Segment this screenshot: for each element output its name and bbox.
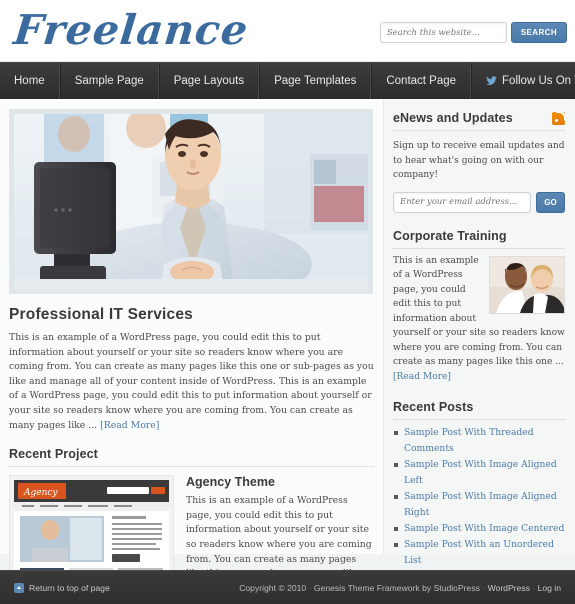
two-women-photo — [490, 256, 564, 313]
footer-separator: · — [482, 582, 486, 593]
nav-item-follow-twitter[interactable]: Follow Us On Twitter — [471, 63, 575, 99]
nav-label: Follow Us On Twitter — [502, 75, 575, 87]
widget-enews: eNews and Updates Sign up to receive ema… — [393, 111, 566, 213]
sidebar: eNews and Updates Sign up to receive ema… — [383, 99, 575, 599]
search-form: SEARCH — [379, 22, 567, 43]
recent-post-link[interactable]: Sample Post With Image Aligned Left — [404, 459, 557, 486]
footer-separator: · — [308, 582, 312, 593]
site-logo[interactable]: Freelance — [11, 6, 250, 54]
wordpress-link[interactable]: WordPress — [488, 583, 530, 593]
arrow-up-icon — [14, 582, 24, 593]
corporate-training-image — [489, 255, 565, 314]
primary-navigation: Home Sample Page Page Layouts Page Templ… — [0, 62, 575, 99]
recent-post-link[interactable]: Sample Post With Image Aligned Right — [404, 491, 557, 518]
entry-body-text: This is an example of a WordPress page, … — [9, 332, 374, 431]
recent-project-heading: Recent Project — [9, 447, 374, 468]
entry-body: This is an example of a WordPress page, … — [9, 331, 374, 433]
nav-item-page-templates[interactable]: Page Templates — [259, 63, 372, 99]
enews-text: Sign up to receive email updates and to … — [393, 141, 565, 180]
footer-separator: · — [532, 582, 536, 593]
hero-image — [9, 109, 373, 294]
agency-site-screenshot: Agency — [14, 480, 169, 595]
svg-text:Agency: Agency — [23, 488, 58, 498]
footer-framework: Genesis Theme Framework by StudioPress — [313, 582, 480, 593]
hero-illustration — [14, 114, 368, 289]
recent-posts-list: Sample Post With Threaded Comments Sampl… — [393, 425, 565, 569]
nav-item-page-layouts[interactable]: Page Layouts — [158, 63, 260, 99]
main-row: Professional IT Services This is an exam… — [0, 99, 575, 604]
nav-item-sample-page[interactable]: Sample Page — [59, 63, 159, 99]
list-item: Sample Post With Image Aligned Right — [393, 489, 565, 521]
recent-post-link[interactable]: Sample Post With an Unordered List — [404, 539, 554, 566]
list-item: Sample Post With Image Centered — [393, 521, 565, 537]
recent-post-link[interactable]: Sample Post With Image Centered — [404, 523, 564, 534]
entry-read-more-link[interactable]: [Read More] — [100, 420, 159, 431]
footer-copyright: Copyright © 2010 — [239, 582, 307, 593]
search-input[interactable] — [379, 22, 507, 43]
return-to-top-label: Return to top of page — [29, 582, 110, 593]
page-title: Professional IT Services — [9, 306, 193, 323]
nav-label: Sample Page — [74, 75, 144, 87]
site-footer: Return to top of page Copyright © 2010 ·… — [0, 570, 575, 604]
recent-post-link[interactable]: Sample Post With Threaded Comments — [404, 427, 534, 454]
list-item: Sample Post With Image Aligned Left — [393, 457, 565, 489]
email-field[interactable] — [393, 191, 531, 213]
login-link[interactable]: Log in — [538, 583, 561, 593]
enews-title-row: eNews and Updates — [393, 111, 566, 131]
corporate-training-title: Corporate Training — [393, 229, 565, 249]
footer-credits: Copyright © 2010 · Genesis Theme Framewo… — [239, 583, 561, 593]
subscribe-form: GO — [393, 191, 565, 213]
widget-recent-posts: Recent Posts Sample Post With Threaded C… — [393, 400, 565, 569]
nav-label: Page Layouts — [173, 75, 245, 87]
nav-label: Contact Page — [386, 75, 457, 87]
corporate-training-read-more-link[interactable]: [Read More] — [393, 372, 451, 382]
return-to-top-link[interactable]: Return to top of page — [14, 582, 110, 593]
nav-label: Home — [14, 75, 45, 87]
rss-icon[interactable] — [552, 111, 566, 125]
list-item: Sample Post With an Unordered List — [393, 537, 565, 569]
widget-corporate-training: Corporate Training This is an example of… — [393, 229, 565, 385]
search-button[interactable]: SEARCH — [510, 22, 567, 43]
nav-item-home[interactable]: Home — [0, 63, 60, 99]
site-header: Freelance SEARCH — [0, 0, 575, 62]
list-item: Sample Post With Threaded Comments — [393, 425, 565, 457]
content-area: Professional IT Services This is an exam… — [0, 99, 383, 604]
project-thumbnail[interactable]: Agency — [9, 475, 174, 595]
nav-item-contact-page[interactable]: Contact Page — [371, 63, 472, 99]
page-root: Freelance SEARCH Home Sample Page Page L… — [0, 0, 575, 604]
recent-posts-title: Recent Posts — [393, 400, 565, 420]
nav-label: Page Templates — [274, 75, 357, 87]
twitter-bird-icon — [486, 76, 498, 86]
go-button[interactable]: GO — [536, 191, 565, 213]
enews-title: eNews and Updates — [393, 111, 513, 125]
project-title[interactable]: Agency Theme — [186, 475, 374, 489]
